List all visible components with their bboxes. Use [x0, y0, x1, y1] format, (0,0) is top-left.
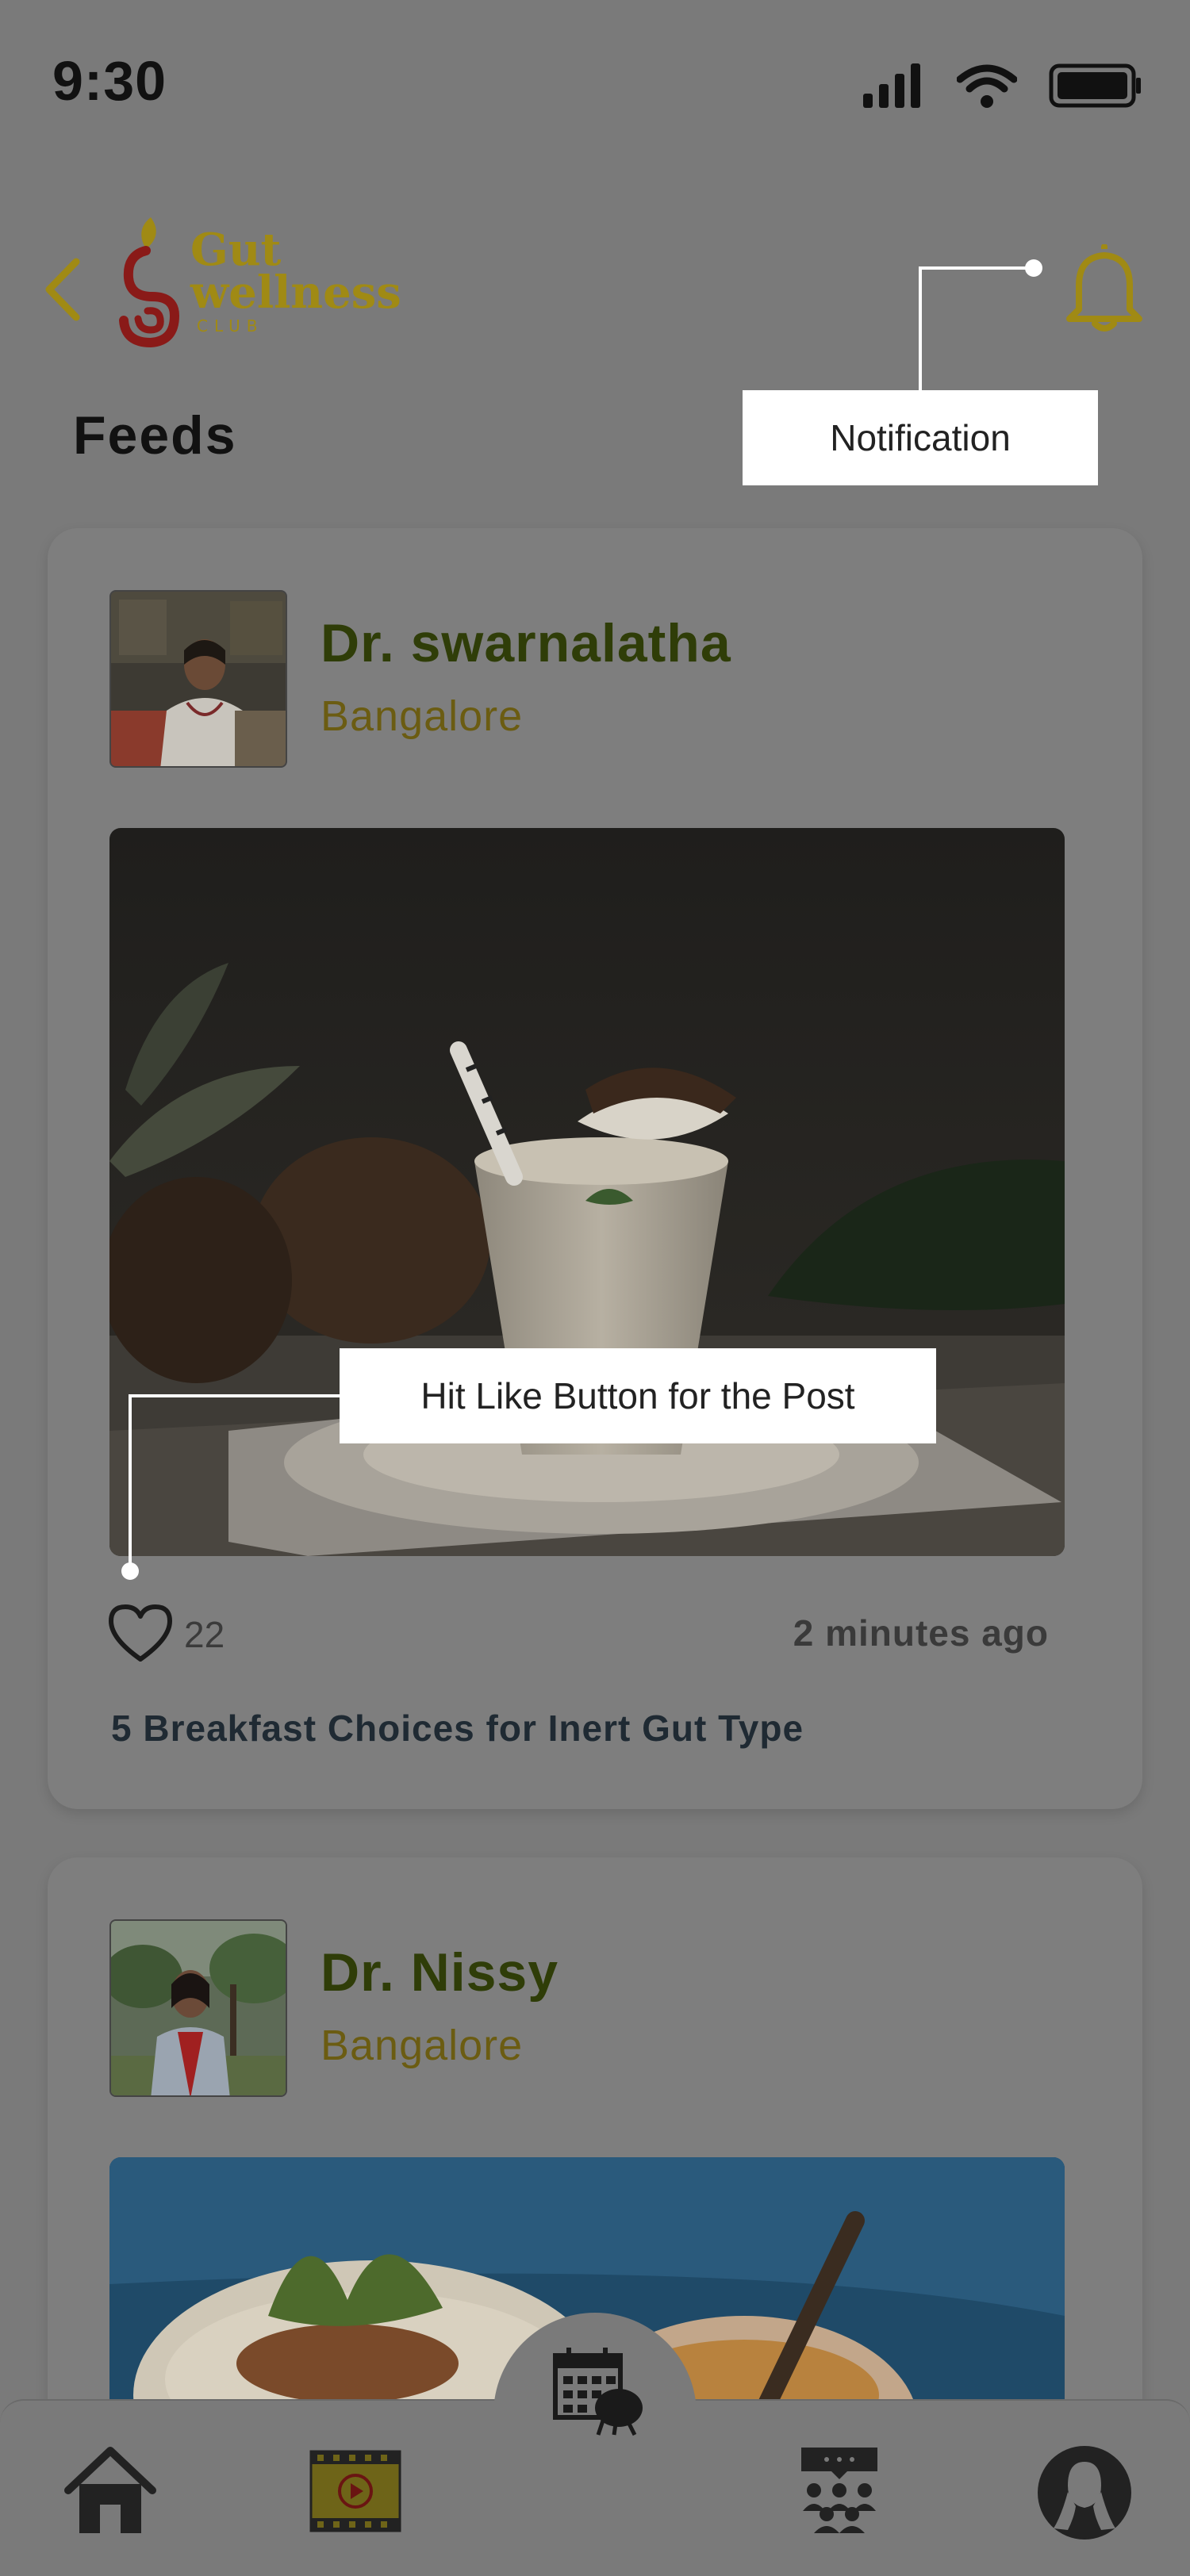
profile-icon[interactable] — [1036, 2444, 1133, 2541]
post-image[interactable] — [109, 828, 1065, 1556]
likes-count: 22 — [184, 1614, 225, 1655]
svg-text:CLUB: CLUB — [197, 316, 263, 335]
doctor-name[interactable]: Dr. swarnalatha — [321, 612, 731, 674]
wifi-icon — [957, 64, 1017, 108]
tooltip-leader-line — [129, 1394, 132, 1570]
back-chevron-icon[interactable] — [38, 254, 86, 325]
post-title[interactable]: 5 Breakfast Choices for Inert Gut Type — [111, 1707, 804, 1750]
heart-icon[interactable] — [108, 1604, 173, 1662]
post-timestamp: 2 minutes ago — [793, 1612, 1049, 1654]
doctor-name[interactable]: Dr. Nissy — [321, 1942, 559, 2003]
doctor-avatar[interactable] — [109, 590, 287, 768]
community-icon[interactable] — [797, 2444, 882, 2533]
tooltip-leader-line — [129, 1394, 343, 1397]
calendar-icon[interactable] — [552, 2344, 646, 2436]
page-title: Feeds — [73, 405, 237, 466]
doctor-city: Bangalore — [321, 2022, 524, 2069]
battery-icon — [1049, 63, 1141, 108]
status-icons — [862, 62, 1142, 109]
like-tooltip: Hit Like Button for the Post — [340, 1348, 936, 1443]
post-card[interactable]: Dr. swarnalatha Bangalore 22 2 minutes a… — [48, 528, 1142, 1809]
gut-wellness-logo: Gut wellness CLUB — [111, 214, 444, 349]
status-time: 9:30 — [52, 50, 167, 112]
doctor-avatar[interactable] — [109, 1919, 287, 2097]
tooltip-leader-line — [919, 266, 922, 393]
tooltip-anchor-dot — [1025, 259, 1042, 277]
cellular-signal-icon — [863, 63, 920, 108]
home-icon[interactable] — [62, 2444, 159, 2536]
tooltip-leader-line — [919, 266, 1031, 270]
doctor-city: Bangalore — [321, 692, 524, 740]
bell-icon[interactable] — [1063, 244, 1146, 333]
notification-tooltip: Notification — [743, 390, 1098, 485]
svg-text:wellness: wellness — [190, 266, 401, 319]
video-icon[interactable] — [309, 2450, 401, 2532]
tooltip-anchor-dot — [121, 1562, 139, 1580]
